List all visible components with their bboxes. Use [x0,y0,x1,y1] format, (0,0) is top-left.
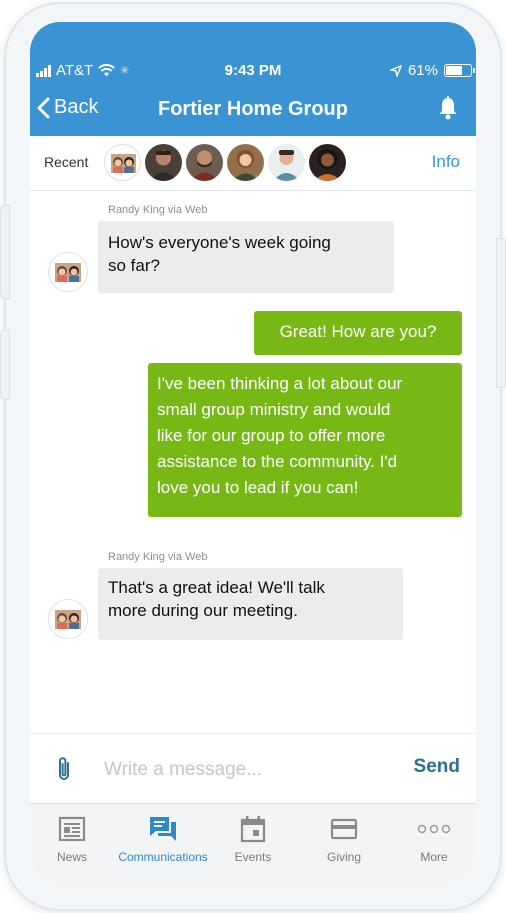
sender-avatar[interactable] [48,599,88,639]
group-title: Fortier Home Group [157,98,348,120]
calendar-icon [240,816,266,843]
battery-icon [444,64,475,77]
notifications-button[interactable] [438,96,458,125]
paperclip-icon [59,757,69,780]
info-link[interactable]: Info [432,152,460,172]
message-bubble-incoming[interactable]: How's everyone's week going so far? [98,221,394,293]
message-sender: Randy King via Web [108,551,208,563]
communications-icon [150,817,176,841]
recent-label: Recent [44,154,89,170]
status-right: 61% [389,62,475,79]
tab-label: Communications [118,850,208,864]
status-bar: AT&T ✳ 9:43 PM 61% [30,60,476,84]
tab-news[interactable]: News [30,814,117,864]
tab-bar: News Communications Events Giving More [30,803,476,886]
message-line: like for our group to offer more [157,426,386,445]
tab-label: Events [234,850,272,864]
bell-icon [439,96,457,120]
news-icon [58,816,86,842]
message-line: small group ministry and would [157,400,391,419]
volume-button [0,205,10,299]
tab-label: News [56,850,87,864]
sender-avatar[interactable] [48,252,88,292]
mute-button [0,330,10,400]
person-avatar-3[interactable] [227,144,264,181]
tab-label: More [420,850,448,864]
message-bubble-incoming[interactable]: That's a great idea! We'll talk more dur… [98,568,403,640]
message-bubble-outgoing[interactable]: Great! How are you? [254,311,462,355]
message-line: more during our meeting. [108,601,298,620]
message-input[interactable] [102,754,366,786]
message-composer: Send [30,733,476,804]
message-line: love you to lead if you can! [157,478,359,497]
tab-giving[interactable]: Giving [299,814,389,864]
screen: AT&T ✳ 9:43 PM 61% Back Fortier Home Gro… [30,22,476,886]
tab-communications[interactable]: Communications [118,814,208,864]
phone-frame: AT&T ✳ 9:43 PM 61% Back Fortier Home Gro… [0,0,506,913]
nav-bar: Back Fortier Home Group [30,90,476,130]
tab-more[interactable]: More [389,814,476,864]
message-line: Great! How are you? [279,322,437,341]
tab-events[interactable]: Events [208,814,298,864]
send-button[interactable]: Send [414,756,460,778]
group-avatar[interactable] [104,144,141,181]
message-line: That's a great idea! We'll talk [108,578,325,597]
person-avatar-2[interactable] [186,144,223,181]
message-line: so far? [108,256,160,275]
recent-avatar-list [104,144,346,181]
power-button [496,238,506,388]
message-line: I've been thinking a lot about our [157,374,403,393]
message-line: How's everyone's week going [108,233,331,252]
app-header: AT&T ✳ 9:43 PM 61% Back Fortier Home Gro… [30,22,476,136]
message-bubble-outgoing[interactable]: I've been thinking a lot about our small… [148,363,462,517]
person-avatar-5[interactable] [309,144,346,181]
recent-members-bar: Recent Info [30,136,476,191]
card-icon [330,818,358,840]
attach-button[interactable] [56,756,72,787]
message-line: assistance to the community. I'd [157,452,398,471]
person-avatar-1[interactable] [145,144,182,181]
battery-percent: 61% [407,62,438,79]
more-icon [417,824,451,834]
message-thread: Randy King via Web How's everyone's week… [30,191,476,731]
tab-label: Giving [326,850,361,864]
person-avatar-4[interactable] [268,144,305,181]
location-arrow-icon [389,64,402,77]
message-sender: Randy King via Web [108,204,208,216]
